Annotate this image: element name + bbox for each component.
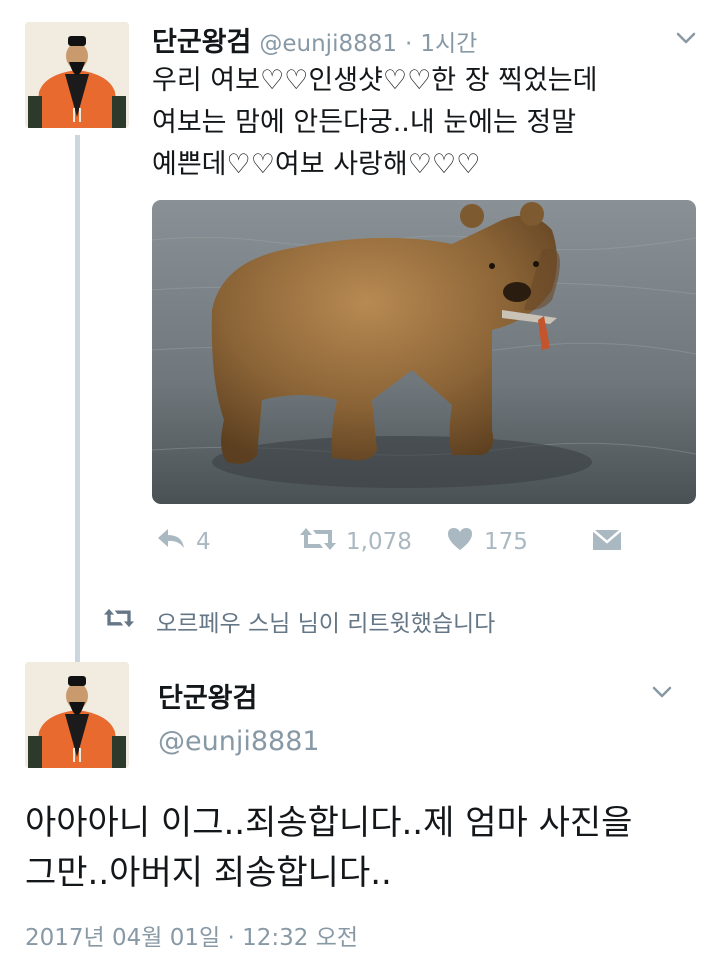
reply-button[interactable]: 4 <box>156 526 211 558</box>
like-count: 175 <box>484 529 528 555</box>
dm-icon <box>592 529 622 556</box>
avatar[interactable] <box>25 662 129 768</box>
tweet-timestamp[interactable]: 2017년 04월 01일 · 12:32 오전 <box>25 918 358 952</box>
avatar[interactable] <box>25 22 129 128</box>
tweet-text-line: 예쁜데♡♡여보 사랑해♡♡♡ <box>152 149 481 180</box>
author-name[interactable]: 단군왕검 <box>158 676 257 715</box>
chevron-down-icon[interactable] <box>650 680 674 704</box>
retweet-notice[interactable]: 오르페우 스님 님이 리트윗했습니다 <box>104 604 495 638</box>
tweet-photo-bear[interactable] <box>152 200 696 504</box>
tweet-text: 아아아니 이그..죄송합니다..제 엄마 사진을 그만..아버지 죄송합니다.. <box>25 798 715 898</box>
author-handle[interactable]: @eunji8881 <box>259 31 397 57</box>
tweet-text-line: 아아아니 이그..죄송합니다..제 엄마 사진을 <box>25 803 633 843</box>
avatar-portrait-icon <box>25 22 129 128</box>
reply-icon <box>156 526 186 558</box>
reply-count: 4 <box>196 529 211 555</box>
thread-line <box>75 135 80 663</box>
tweet-text-line: 그만..아버지 죄송합니다.. <box>25 853 392 893</box>
chevron-down-icon[interactable] <box>674 26 698 50</box>
tweet-text-line: 우리 여보♡♡인생샷♡♡한 장 찍었는데 <box>152 65 598 96</box>
retweet-button[interactable]: 1,078 <box>300 526 412 558</box>
bear-photo-image <box>152 200 696 504</box>
author-name[interactable]: 단군왕검 <box>152 20 251 59</box>
time-separator: · <box>405 31 413 57</box>
tweet-header: 단군왕검 @eunji8881 · 1시간 <box>152 20 477 59</box>
heart-icon <box>446 526 474 558</box>
tweet-time[interactable]: 1시간 <box>420 24 477 58</box>
retweet-small-icon <box>104 607 134 635</box>
like-button[interactable]: 175 <box>446 526 528 558</box>
retweet-count: 1,078 <box>346 529 412 555</box>
tweet-text: 우리 여보♡♡인생샷♡♡한 장 찍었는데 여보는 맘에 안든다궁..내 눈에는 … <box>152 60 712 186</box>
direct-message-button[interactable] <box>592 528 622 556</box>
tweet-text-line: 여보는 맘에 안든다궁..내 눈에는 정말 <box>152 107 577 138</box>
retweet-notice-text: 오르페우 스님 님이 리트윗했습니다 <box>156 611 496 637</box>
avatar-portrait-icon <box>25 662 129 768</box>
retweet-icon <box>300 526 336 558</box>
author-handle[interactable]: @eunji8881 <box>158 726 320 757</box>
